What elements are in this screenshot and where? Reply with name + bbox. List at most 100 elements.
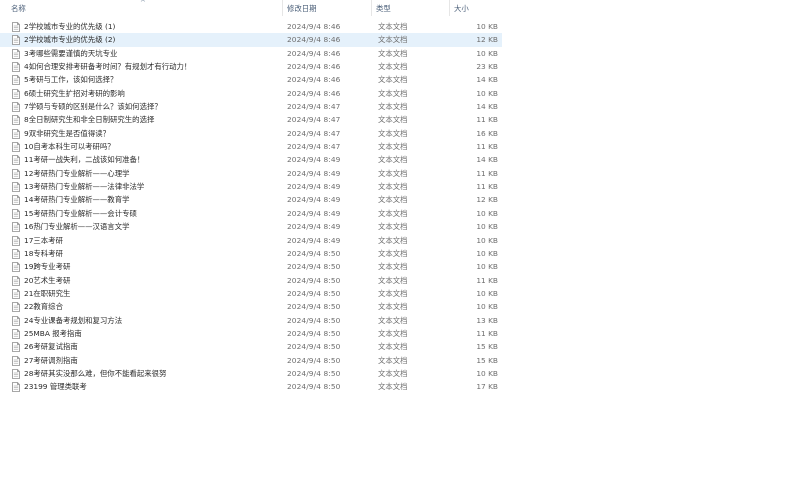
- file-type: 文本文档: [378, 88, 408, 98]
- file-name: 28考研其实没那么难，但你不能看起来很努: [24, 368, 167, 378]
- file-row[interactable]: 4如何合理安排考研备考时间？有规划才有行动力！ 2024/9/4 8:46 文本…: [0, 60, 502, 73]
- text-file-icon: [12, 235, 20, 246]
- file-row[interactable]: 17三本考研 2024/9/4 8:49 文本文档 10 KB: [0, 234, 502, 247]
- file-row[interactable]: 25MBA 报考指南 2024/9/4 8:50 文本文档 11 KB: [0, 327, 502, 340]
- file-size: 12 KB: [476, 35, 498, 45]
- file-row[interactable]: 2学校城市专业的优先级 (2) 2024/9/4 8:46 文本文档 12 KB: [0, 33, 502, 47]
- text-file-icon: [12, 382, 20, 393]
- file-type: 文本文档: [378, 368, 408, 378]
- file-size: 15 KB: [476, 342, 498, 352]
- file-row[interactable]: 3考哪些需要谨慎的天坑专业 2024/9/4 8:46 文本文档 10 KB: [0, 47, 502, 60]
- file-name: 27考研调剂指南: [24, 355, 78, 365]
- file-row[interactable]: 2学校城市专业的优先级 (1) 2024/9/4 8:46 文本文档 10 KB: [0, 20, 502, 33]
- file-type: 文本文档: [378, 382, 408, 392]
- file-name: 3考哪些需要谨慎的天坑专业: [24, 48, 118, 58]
- file-size: 10 KB: [476, 222, 498, 232]
- file-type: 文本文档: [378, 182, 408, 192]
- file-row[interactable]: 10自考本科生可以考研吗？ 2024/9/4 8:47 文本文档 11 KB: [0, 140, 502, 153]
- file-modified-date: 2024/9/4 8:49: [287, 222, 341, 232]
- file-type: 文本文档: [378, 102, 408, 112]
- column-header-name-label: 名称: [11, 4, 26, 13]
- file-row[interactable]: 21在职研究生 2024/9/4 8:50 文本文档 10 KB: [0, 287, 502, 300]
- file-name: 13考研热门专业解析——法律非法学: [24, 182, 145, 192]
- text-file-icon: [12, 222, 20, 233]
- text-file-icon: [12, 262, 20, 273]
- file-type: 文本文档: [378, 208, 408, 218]
- file-modified-date: 2024/9/4 8:49: [287, 208, 341, 218]
- file-name: 9双非研究生是否值得读？: [24, 128, 111, 138]
- text-file-icon: [12, 155, 20, 166]
- file-row[interactable]: 24专业课备考规划和复习方法 2024/9/4 8:50 文本文档 13 KB: [0, 314, 502, 327]
- file-size: 11 KB: [476, 115, 498, 125]
- file-row[interactable]: 13考研热门专业解析——法律非法学 2024/9/4 8:49 文本文档 11 …: [0, 180, 502, 193]
- text-file-icon: [12, 88, 20, 99]
- file-type: 文本文档: [378, 195, 408, 205]
- file-modified-date: 2024/9/4 8:50: [287, 262, 341, 272]
- file-row[interactable]: 7学硕与专硕的区别是什么？该如何选择？ 2024/9/4 8:47 文本文档 1…: [0, 100, 502, 113]
- file-size: 14 KB: [476, 102, 498, 112]
- file-type: 文本文档: [378, 115, 408, 125]
- file-type: 文本文档: [378, 222, 408, 232]
- file-size: 11 KB: [476, 142, 498, 152]
- file-modified-date: 2024/9/4 8:50: [287, 275, 341, 285]
- text-file-icon: [12, 102, 20, 112]
- file-size: 14 KB: [476, 75, 498, 85]
- file-name: 7学硕与专硕的区别是什么？该如何选择？: [24, 102, 162, 112]
- column-header-date[interactable]: 修改日期: [283, 0, 372, 16]
- file-modified-date: 2024/9/4 8:49: [287, 195, 341, 205]
- file-name: 14考研热门专业解析——教育学: [24, 195, 130, 205]
- file-row[interactable]: 19跨专业考研 2024/9/4 8:50 文本文档 10 KB: [0, 260, 502, 273]
- text-file-icon: [12, 275, 20, 286]
- file-row[interactable]: 26考研复试指南 2024/9/4 8:50 文本文档 15 KB: [0, 340, 502, 353]
- file-row[interactable]: 11考研一战失利，二战该如何准备！ 2024/9/4 8:49 文本文档 14 …: [0, 153, 502, 166]
- file-modified-date: 2024/9/4 8:50: [287, 382, 341, 392]
- text-file-icon: [12, 22, 20, 32]
- file-size: 10 KB: [476, 248, 498, 258]
- file-size: 14 KB: [476, 155, 498, 165]
- text-file-icon: [12, 369, 20, 379]
- text-file-icon: [12, 35, 20, 46]
- file-row[interactable]: 9双非研究生是否值得读？ 2024/9/4 8:47 文本文档 16 KB: [0, 127, 502, 140]
- file-modified-date: 2024/9/4 8:47: [287, 142, 341, 152]
- file-row[interactable]: 16热门专业解析——汉语言文学 2024/9/4 8:49 文本文档 10 KB: [0, 220, 502, 233]
- file-row[interactable]: 8全日制研究生和非全日制研究生的选择 2024/9/4 8:47 文本文档 11…: [0, 113, 502, 126]
- file-row[interactable]: 18专科考研 2024/9/4 8:50 文本文档 10 KB: [0, 247, 502, 260]
- file-name: 2学校城市专业的优先级 (1): [24, 22, 116, 31]
- file-row[interactable]: 5考研与工作，该如何选择？ 2024/9/4 8:46 文本文档 14 KB: [0, 73, 502, 86]
- text-file-icon: [12, 195, 20, 206]
- file-row[interactable]: 14考研热门专业解析——教育学 2024/9/4 8:49 文本文档 12 KB: [0, 193, 502, 206]
- file-row[interactable]: 23199 管理类联考 2024/9/4 8:50 文本文档 17 KB: [0, 380, 502, 393]
- text-file-icon: [12, 48, 20, 59]
- text-file-icon: [12, 62, 20, 72]
- column-header-name[interactable]: 名称 ^: [0, 0, 283, 16]
- file-row[interactable]: 6硕士研究生扩招对考研的影响 2024/9/4 8:46 文本文档 10 KB: [0, 87, 502, 100]
- file-name: 6硕士研究生扩招对考研的影响: [24, 88, 125, 98]
- file-modified-date: 2024/9/4 8:50: [287, 288, 341, 298]
- text-file-icon: [12, 288, 20, 299]
- file-row[interactable]: 20艺术生考研 2024/9/4 8:50 文本文档 11 KB: [0, 274, 502, 287]
- file-name: 2学校城市专业的优先级 (2): [24, 35, 116, 45]
- file-modified-date: 2024/9/4 8:50: [287, 302, 341, 312]
- file-row[interactable]: 12考研热门专业解析——心理学 2024/9/4 8:49 文本文档 11 KB: [0, 167, 502, 180]
- file-name: 21在职研究生: [24, 288, 71, 298]
- file-modified-date: 2024/9/4 8:46: [287, 75, 341, 85]
- file-name: 5考研与工作，该如何选择？: [24, 75, 118, 85]
- file-modified-date: 2024/9/4 8:47: [287, 128, 341, 138]
- file-row[interactable]: 28考研其实没那么难，但你不能看起来很努 2024/9/4 8:50 文本文档 …: [0, 367, 502, 380]
- file-name: 23199 管理类联考: [24, 382, 87, 392]
- file-modified-date: 2024/9/4 8:47: [287, 115, 341, 125]
- file-name: 4如何合理安排考研备考时间？有规划才有行动力！: [24, 62, 192, 72]
- file-name: 8全日制研究生和非全日制研究生的选择: [24, 115, 155, 125]
- text-file-icon: [12, 329, 20, 339]
- file-modified-date: 2024/9/4 8:49: [287, 155, 341, 165]
- column-header-size[interactable]: 大小: [450, 0, 502, 16]
- file-size: 10 KB: [476, 288, 498, 298]
- column-header-type[interactable]: 类型: [372, 0, 450, 16]
- sort-up-icon: ^: [140, 0, 146, 7]
- file-row[interactable]: 15考研热门专业解析——会计专硕 2024/9/4 8:49 文本文档 10 K…: [0, 207, 502, 220]
- file-name: 16热门专业解析——汉语言文学: [24, 222, 130, 232]
- file-modified-date: 2024/9/4 8:50: [287, 342, 341, 352]
- file-row[interactable]: 22教育综合 2024/9/4 8:50 文本文档 10 KB: [0, 300, 502, 313]
- file-size: 10 KB: [476, 48, 498, 58]
- file-row[interactable]: 27考研调剂指南 2024/9/4 8:50 文本文档 15 KB: [0, 354, 502, 367]
